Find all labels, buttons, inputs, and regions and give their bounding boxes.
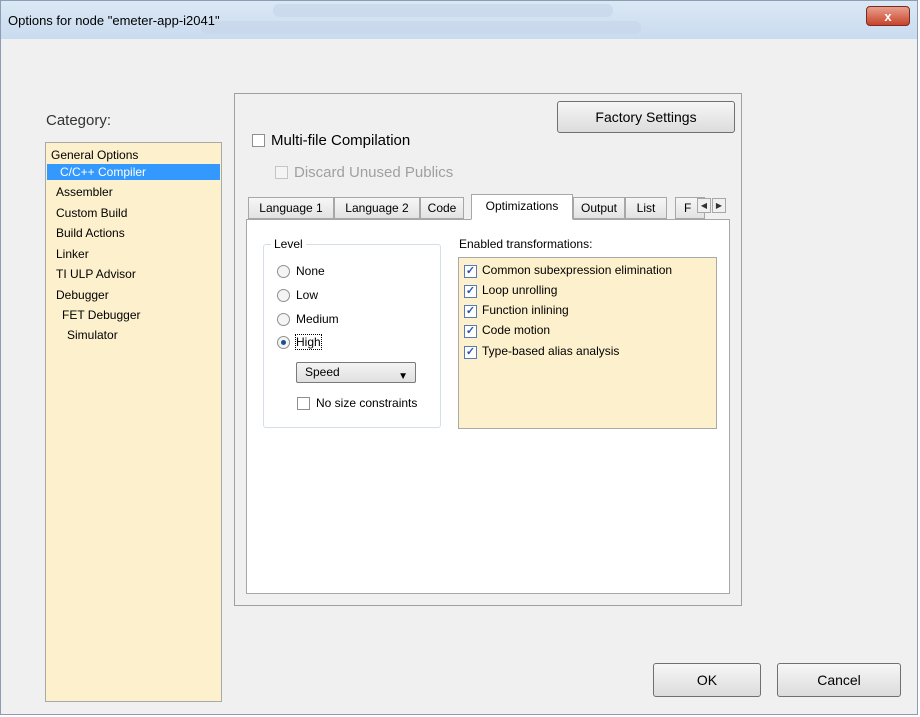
title-bar: Options for node "emeter-app-i2041" x [1,1,917,39]
close-button[interactable]: x [866,6,910,26]
checkbox-function-inlining[interactable]: ✓ [464,305,477,318]
checkbox-code-motion[interactable]: ✓ [464,325,477,338]
window-title: Options for node "emeter-app-i2041" [8,13,220,28]
enabled-transformations-label: Enabled transformations: [459,237,593,251]
discard-unused-publics-checkbox[interactable] [275,166,288,179]
goal-select-value: Speed [305,365,340,379]
chevron-down-icon: ▼ [398,371,408,382]
no-size-constraints-checkbox[interactable] [297,397,310,410]
tab-optimizations[interactable]: Optimizations [471,194,573,220]
tab-language-1[interactable]: Language 1 [248,197,334,219]
level-high-label: High [295,334,322,350]
goal-select[interactable]: Speed ▼ [296,362,416,383]
category-item-assembler[interactable]: Assembler [56,184,113,200]
close-icon: x [884,9,892,24]
tab-scroll-left-icon[interactable]: ◀ [697,198,711,213]
checkbox-common-subexpression[interactable]: ✓ [464,265,477,278]
category-label: Category: [46,112,112,129]
options-dialog: Options for node "emeter-app-i2041" x Ca… [0,0,918,715]
category-list: General Options C/C++ Compiler Assembler… [45,142,222,702]
level-group-title: Level [271,237,306,251]
ok-button[interactable]: OK [653,663,761,697]
category-item-fet-debugger[interactable]: FET Debugger [62,307,141,323]
tab-output[interactable]: Output [573,197,625,219]
factory-settings-button[interactable]: Factory Settings [557,101,735,133]
transformation-item-type-based-alias: Type-based alias analysis [482,344,620,358]
tab-code[interactable]: Code [420,197,464,219]
transformation-item-common-subexpression: Common subexpression elimination [482,263,673,277]
no-size-constraints-label: No size constraints [316,396,418,410]
transformation-item-code-motion: Code motion [482,323,551,337]
tab-list[interactable]: List [625,197,667,219]
tab-scroll-right-icon[interactable]: ▶ [712,198,726,213]
discard-unused-publics-label: Discard Unused Publics [294,164,454,181]
transformation-item-function-inlining: Function inlining [482,303,569,317]
checkbox-loop-unrolling[interactable]: ✓ [464,285,477,298]
level-medium-label: Medium [296,312,339,326]
category-item-debugger[interactable]: Debugger [56,287,109,303]
category-item-simulator[interactable]: Simulator [67,327,118,343]
multi-file-compilation-label: Multi-file Compilation [271,132,411,149]
blurred-background [273,4,613,17]
category-item-linker[interactable]: Linker [56,246,89,262]
category-item-custom-build[interactable]: Custom Build [56,205,127,221]
level-none-radio[interactable] [277,265,290,278]
blurred-background [201,21,641,34]
tab-language-2[interactable]: Language 2 [334,197,420,219]
cancel-button[interactable]: Cancel [777,663,901,697]
category-item-c-compiler[interactable]: C/C++ Compiler [47,164,220,180]
level-none-label: None [296,264,325,278]
multi-file-compilation-checkbox[interactable] [252,134,265,147]
category-item-build-actions[interactable]: Build Actions [56,225,125,241]
level-high-radio[interactable] [277,336,290,349]
checkbox-type-based-alias[interactable]: ✓ [464,346,477,359]
category-item-ti-ulp-advisor[interactable]: TI ULP Advisor [56,266,136,282]
category-item-general-options[interactable]: General Options [51,147,138,163]
level-low-radio[interactable] [277,289,290,302]
transformation-item-loop-unrolling: Loop unrolling [482,283,558,297]
level-low-label: Low [296,288,319,302]
level-medium-radio[interactable] [277,313,290,326]
